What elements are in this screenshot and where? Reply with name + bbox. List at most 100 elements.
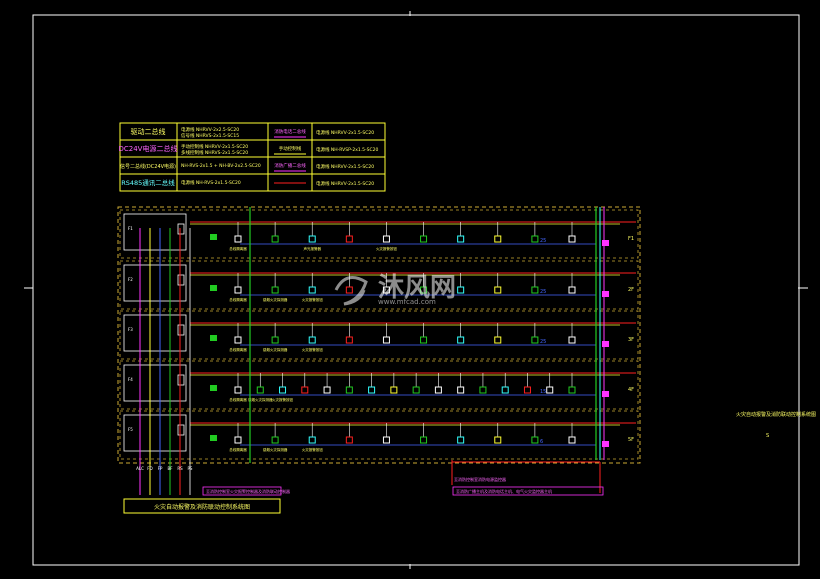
floor-panel-box bbox=[123, 314, 187, 352]
riser-module bbox=[602, 391, 609, 397]
device-symbol bbox=[390, 386, 398, 394]
floor-box bbox=[119, 410, 639, 460]
device-symbol bbox=[345, 286, 353, 294]
device-symbol bbox=[256, 386, 264, 394]
panel-terminal bbox=[177, 274, 185, 286]
device-symbol bbox=[271, 436, 279, 444]
device-symbol bbox=[234, 386, 242, 394]
device-label: 总线隔离器 bbox=[229, 447, 247, 452]
device-label: 火灾报警按钮 bbox=[302, 447, 323, 452]
device-symbol bbox=[345, 386, 353, 394]
side-note: 火灾自动报警及消防联动控制系统图 bbox=[736, 411, 816, 418]
legend-row1-cable-a: 电源线 NHRVV-2x2.5-SC20 bbox=[181, 126, 239, 133]
floor-tag: F2 bbox=[128, 277, 133, 282]
bus-label-5: RS bbox=[177, 466, 183, 471]
panel-terminal bbox=[177, 424, 185, 436]
watermark: 沐风网 www.mfcad.com bbox=[334, 273, 456, 306]
side-mark: S bbox=[766, 433, 769, 439]
device-symbol bbox=[568, 386, 576, 394]
legend-right-row1-cable: 电源线 NHRVV-2x1.5-SC20 bbox=[316, 129, 374, 136]
device-label: 感烟火灾探测器 bbox=[263, 297, 288, 302]
floor-panel-box bbox=[123, 414, 187, 452]
floor-box bbox=[119, 360, 639, 410]
riser-module bbox=[602, 291, 609, 297]
device-symbol bbox=[308, 286, 316, 294]
bus-module bbox=[210, 234, 217, 240]
device-symbol bbox=[457, 286, 465, 294]
legend-table: 驱动二总线 DC24V电源二总线 信号二总线(DC24V电源) RS485通讯二… bbox=[119, 122, 386, 192]
note-left: 至消防控制室火灾报警控制器及消防联动控制器 bbox=[206, 488, 290, 494]
floor-tag: F5 bbox=[128, 427, 133, 432]
bus-module bbox=[210, 385, 217, 391]
legend-right-row1-label: 消防电话二总线 bbox=[274, 128, 306, 135]
device-label: 总线隔离器 bbox=[229, 246, 247, 251]
legend-row1-cable-b: 信号线 NHRVS-2x1.5-SC15 bbox=[181, 132, 239, 139]
bus-label-3: FP bbox=[158, 466, 163, 471]
bus-module bbox=[210, 335, 217, 341]
note-center: 至消防控制室消防电源监控器 bbox=[454, 476, 506, 482]
device-symbol bbox=[345, 336, 353, 344]
legend-row3-label: 信号二总线(DC24V电源) bbox=[120, 163, 176, 170]
device-symbol bbox=[271, 336, 279, 344]
floor-row-5: F5 总线隔离器 感烟火灾探测器 火灾报警按钮 6 5F bbox=[119, 410, 639, 460]
device-symbol bbox=[494, 436, 502, 444]
floor-rows: F1总线隔离器 声光报警器 火灾报警按钮25 F1F2总线隔离器 感烟火灾探测器 火灾报警… bbox=[119, 209, 639, 460]
diagram-title-box: 火灾自动报警及消防联动控制系统图 bbox=[123, 498, 281, 514]
floor-right-label: 5F bbox=[628, 437, 634, 443]
device-symbol bbox=[271, 235, 279, 243]
floor-row-1: F1 总线隔离器 声光报警器 火灾报警按钮 25 F1 bbox=[119, 209, 639, 259]
device-symbol bbox=[494, 235, 502, 243]
bus-count: 25 bbox=[540, 339, 546, 345]
device-symbol bbox=[420, 436, 428, 444]
legend-row4-cable-a: 电源线 NH-RVS-2x1.5-SC20 bbox=[181, 179, 241, 186]
device-symbol bbox=[531, 336, 539, 344]
device-symbol bbox=[368, 386, 376, 394]
floor-tag: F1 bbox=[128, 226, 133, 231]
device-symbol bbox=[382, 336, 390, 344]
legend-row3-cable-a: NH-RVS-2x1.5 + NH-BV-2x2.5-SC20 bbox=[181, 163, 261, 169]
device-symbol bbox=[568, 336, 576, 344]
device-symbol bbox=[494, 336, 502, 344]
device-symbol bbox=[420, 336, 428, 344]
device-symbol bbox=[308, 336, 316, 344]
vertical-risers bbox=[139, 207, 605, 495]
bus-count: 15 bbox=[540, 389, 546, 395]
legend-row4-label: RS485通讯二总线 bbox=[121, 178, 175, 187]
floor-panel-box bbox=[123, 213, 187, 251]
device-symbol bbox=[308, 436, 316, 444]
device-symbol bbox=[531, 286, 539, 294]
floor-right-label: 2F bbox=[628, 287, 634, 293]
device-symbol bbox=[523, 386, 531, 394]
legend-row2-cable-a: 手动控制线 NHRVV-2x1.5-SC20 bbox=[181, 143, 248, 150]
device-symbol bbox=[234, 436, 242, 444]
device-label: 总线隔离器 bbox=[229, 297, 247, 302]
device-symbol bbox=[345, 235, 353, 243]
device-symbol bbox=[479, 386, 487, 394]
device-symbol bbox=[568, 286, 576, 294]
device-symbol bbox=[271, 286, 279, 294]
device-label: 感烟火灾探测器 bbox=[263, 347, 288, 352]
panel-terminal bbox=[177, 374, 185, 386]
legend-right-row2-cable: 电源线 NH-RVSP-2x1.5-SC20 bbox=[316, 146, 379, 153]
device-symbol bbox=[234, 336, 242, 344]
floor-right-label: F1 bbox=[628, 236, 634, 242]
device-symbol bbox=[531, 235, 539, 243]
panel-terminal bbox=[177, 324, 185, 336]
device-symbol bbox=[382, 235, 390, 243]
device-symbol bbox=[457, 436, 465, 444]
riser-module bbox=[602, 240, 609, 246]
panel-terminal bbox=[177, 223, 185, 235]
floor-row-4: F4 总线隔离器 感烟火灾探测器 火灾报警按钮 15 4F bbox=[119, 360, 639, 410]
device-symbol bbox=[323, 386, 331, 394]
device-symbol bbox=[494, 286, 502, 294]
device-label: 火灾报警按钮 bbox=[302, 297, 323, 302]
bottom-notes: 至消防控制室火灾报警控制器及消防联动控制器 至消防控制室消防电源监控器 至消防广… bbox=[202, 476, 604, 496]
device-label: 火灾报警按钮 bbox=[272, 397, 293, 402]
bus-count: 25 bbox=[540, 238, 546, 244]
bus-label-2: FD bbox=[147, 466, 152, 471]
floor-right-label: 3F bbox=[628, 337, 634, 343]
device-symbol bbox=[279, 386, 287, 394]
device-symbol bbox=[531, 436, 539, 444]
device-symbol bbox=[412, 386, 420, 394]
device-symbol bbox=[434, 386, 442, 394]
